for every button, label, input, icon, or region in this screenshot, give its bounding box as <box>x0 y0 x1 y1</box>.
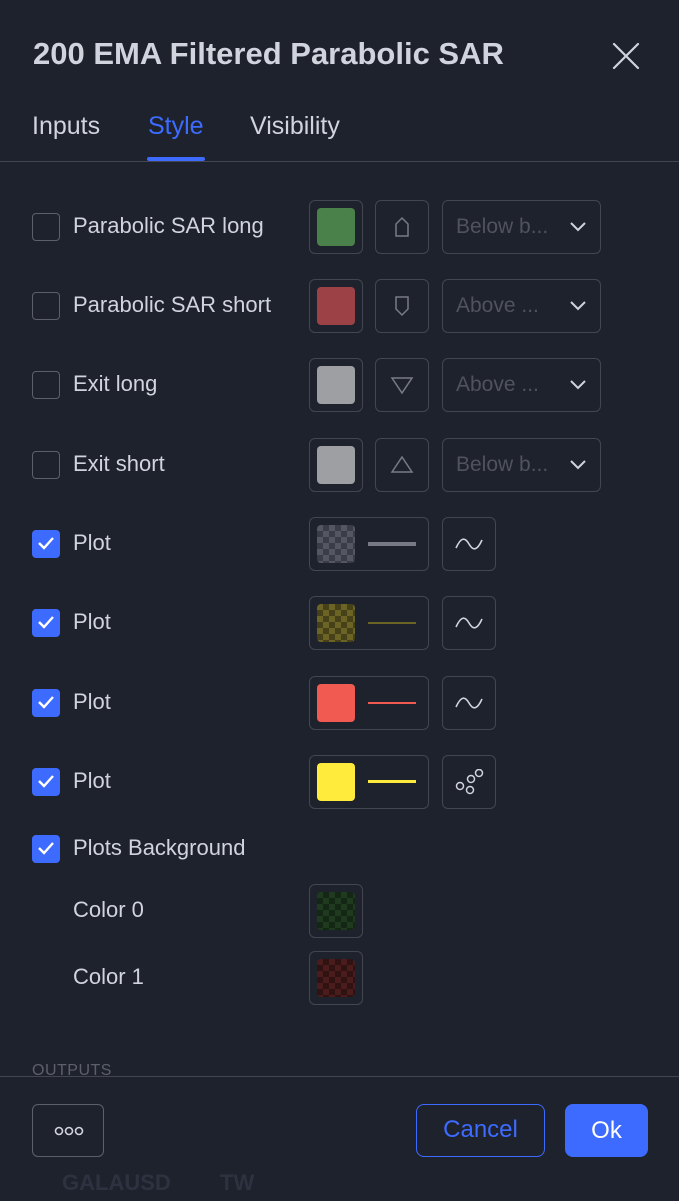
plot-style-button[interactable] <box>442 755 496 809</box>
background-suffix: TW <box>220 1170 255 1195</box>
checkbox-psar-long[interactable] <box>32 213 60 241</box>
chevron-down-icon <box>570 380 586 390</box>
row-label: Plot <box>73 609 111 634</box>
plot-style-button[interactable] <box>442 596 496 650</box>
location-value: Above ... <box>456 294 539 317</box>
style-row-exit-short: Exit short Below b... <box>0 438 679 492</box>
color-fill <box>317 604 355 642</box>
tab-bar: Inputs Style Visibility <box>0 108 679 162</box>
tab-style[interactable]: Style <box>148 112 204 141</box>
line-style-icon <box>455 538 483 550</box>
triangle-up-icon <box>390 455 414 473</box>
checkbox-plot-3[interactable] <box>32 689 60 717</box>
location-dropdown[interactable]: Below b... <box>442 438 601 492</box>
color-fill <box>317 208 355 246</box>
background-color-row-1: Color 1 <box>0 951 679 1005</box>
style-row-exit-long: Exit long Above ... <box>0 358 679 412</box>
checkbox-exit-long[interactable] <box>32 371 60 399</box>
row-label: Exit long <box>73 371 158 396</box>
shape-picker-button[interactable] <box>375 358 429 412</box>
arrow-down-shape-icon <box>395 296 409 317</box>
triangle-down-icon <box>390 377 414 395</box>
location-dropdown[interactable]: Above ... <box>442 358 601 412</box>
color-label: Color 1 <box>73 964 144 989</box>
style-row-plot-2: Plot <box>0 596 679 650</box>
checkbox-plot-4[interactable] <box>32 768 60 796</box>
checkbox-psar-short[interactable] <box>32 292 60 320</box>
ok-button[interactable]: Ok <box>565 1104 648 1157</box>
shape-picker-button[interactable] <box>375 279 429 333</box>
location-value: Below b... <box>456 215 549 238</box>
line-style-icon <box>455 697 483 709</box>
color-fill <box>317 287 355 325</box>
line-preview <box>368 542 416 546</box>
row-label: Plots Background <box>73 835 246 860</box>
background-color-row-0: Color 0 <box>0 884 679 938</box>
location-value: Below b... <box>456 453 549 476</box>
line-style-icon <box>455 617 483 629</box>
color-fill <box>317 959 355 997</box>
checkbox-plot-1[interactable] <box>32 530 60 558</box>
row-label: Plot <box>73 530 111 555</box>
background-symbol: GALAUSD <box>62 1170 171 1195</box>
row-label: Parabolic SAR short <box>73 292 272 317</box>
style-row-psar-short: Parabolic SAR short Above ... <box>0 279 679 333</box>
line-preview <box>368 622 416 624</box>
chevron-down-icon <box>570 222 586 232</box>
color-swatch-exit-short[interactable] <box>309 438 363 492</box>
circles-style-icon <box>455 769 484 795</box>
color-line-picker-plot-2[interactable] <box>309 596 429 650</box>
color-swatch-bg-1[interactable] <box>309 951 363 1005</box>
style-row-plot-3: Plot <box>0 676 679 730</box>
color-label: Color 0 <box>73 897 144 922</box>
dialog-header: 200 EMA Filtered Parabolic SAR Inputs St… <box>0 0 679 162</box>
color-fill <box>317 892 355 930</box>
style-row-plot-4: Plot <box>0 755 679 809</box>
chevron-down-icon <box>570 460 586 470</box>
row-label: Plot <box>73 689 111 714</box>
tab-inputs[interactable]: Inputs <box>32 112 100 141</box>
line-preview <box>368 702 416 704</box>
header-divider <box>0 161 679 162</box>
location-dropdown[interactable]: Above ... <box>442 279 601 333</box>
line-preview <box>368 780 416 783</box>
cancel-button[interactable]: Cancel <box>416 1104 545 1157</box>
shape-picker-button[interactable] <box>375 438 429 492</box>
checkbox-plot-2[interactable] <box>32 609 60 637</box>
color-fill <box>317 763 355 801</box>
plot-style-button[interactable] <box>442 517 496 571</box>
more-options-button[interactable] <box>32 1104 104 1157</box>
color-fill <box>317 366 355 404</box>
arrow-up-shape-icon <box>395 216 409 237</box>
color-line-picker-plot-4[interactable] <box>309 755 429 809</box>
chevron-down-icon <box>570 301 586 311</box>
row-label: Plot <box>73 768 111 793</box>
checkbox-plots-background[interactable] <box>32 835 60 863</box>
plot-style-button[interactable] <box>442 676 496 730</box>
style-row-plots-background: Plots Background <box>0 822 679 876</box>
style-row-psar-long: Parabolic SAR long Below b... <box>0 200 679 254</box>
style-row-plot-1: Plot <box>0 517 679 571</box>
color-fill <box>317 684 355 722</box>
color-swatch-bg-0[interactable] <box>309 884 363 938</box>
color-fill <box>317 525 355 563</box>
dialog-title: 200 EMA Filtered Parabolic SAR <box>33 36 504 71</box>
location-dropdown[interactable]: Below b... <box>442 200 601 254</box>
close-icon[interactable] <box>608 38 644 74</box>
color-line-picker-plot-3[interactable] <box>309 676 429 730</box>
color-swatch-psar-long[interactable] <box>309 200 363 254</box>
color-line-picker-plot-1[interactable] <box>309 517 429 571</box>
color-fill <box>317 446 355 484</box>
color-swatch-exit-long[interactable] <box>309 358 363 412</box>
checkbox-exit-short[interactable] <box>32 451 60 479</box>
row-label: Exit short <box>73 451 165 476</box>
color-swatch-psar-short[interactable] <box>309 279 363 333</box>
tab-visibility[interactable]: Visibility <box>250 112 340 141</box>
location-value: Above ... <box>456 373 539 396</box>
row-label: Parabolic SAR long <box>73 213 264 238</box>
more-options-icon <box>54 1126 84 1136</box>
shape-picker-button[interactable] <box>375 200 429 254</box>
